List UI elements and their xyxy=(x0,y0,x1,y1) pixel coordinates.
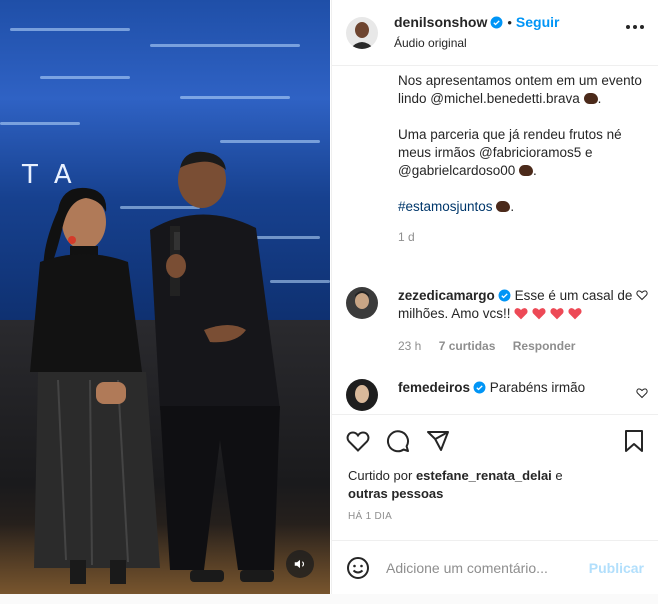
comments-area: Nos apresentamos ontem em um evento lind… xyxy=(332,67,658,414)
comment-time: 23 h xyxy=(398,339,422,353)
separator-dot: • xyxy=(507,15,512,30)
reply-button[interactable]: Responder xyxy=(513,339,576,353)
more-options-button[interactable] xyxy=(626,25,644,31)
comment-composer: Publicar xyxy=(332,540,658,594)
emoji-icon xyxy=(583,93,598,104)
liked-by-text: Curtido por estefane_renata_delai e outr… xyxy=(348,468,563,501)
post-caption: Nos apresentamos ontem em um evento lind… xyxy=(398,73,642,214)
post-date[interactable]: HÁ 1 DIA xyxy=(332,503,658,522)
verified-icon xyxy=(473,381,486,394)
comment-likes[interactable]: 7 curtidas xyxy=(439,339,496,353)
comment-red-hearts xyxy=(514,306,586,321)
comment-avatar[interactable] xyxy=(346,287,378,319)
post-header: denilsonshow • Seguir Áudio original xyxy=(332,0,658,66)
liked-by-user[interactable]: estefane_renata_delai xyxy=(416,468,552,483)
sound-toggle-button[interactable] xyxy=(286,550,314,578)
comment-button[interactable] xyxy=(386,429,410,453)
verified-icon xyxy=(498,289,511,302)
comment-item: femedeiros Parabéns irmão xyxy=(346,379,658,411)
like-button[interactable] xyxy=(346,429,370,453)
author-avatar[interactable] xyxy=(346,16,378,49)
caption-line-1: Nos apresentamos ontem em um evento lind… xyxy=(398,73,642,106)
share-icon xyxy=(427,431,449,451)
sound-icon xyxy=(294,559,305,569)
comment-avatar[interactable] xyxy=(346,379,378,411)
page-bottom xyxy=(0,594,658,604)
event-photo: TA xyxy=(0,0,330,594)
author-username[interactable]: denilsonshow xyxy=(394,14,487,30)
caption-line-2: Uma parceria que já rendeu frutos né meu… xyxy=(398,127,622,178)
publish-button[interactable]: Publicar xyxy=(589,560,644,576)
audio-label[interactable]: Áudio original xyxy=(394,34,559,52)
heart-icon xyxy=(346,431,370,452)
emoji-icon xyxy=(496,201,511,212)
comment-username[interactable]: zezedicamargo xyxy=(398,288,495,303)
comment-icon xyxy=(387,430,409,453)
post-media[interactable]: TA xyxy=(0,0,330,594)
share-button[interactable] xyxy=(426,429,450,453)
emoji-icon[interactable] xyxy=(346,556,370,580)
post-details-panel: denilsonshow • Seguir Áudio original Nos a… xyxy=(331,0,658,594)
comment-input[interactable] xyxy=(386,559,589,576)
people-illustration xyxy=(30,151,280,584)
post-actions: Curtido por estefane_renata_delai e outr… xyxy=(332,414,658,522)
bookmark-icon xyxy=(625,430,643,452)
caption-time: 1 d xyxy=(398,230,415,244)
emoji-icon xyxy=(519,165,534,176)
save-button[interactable] xyxy=(624,429,644,456)
more-icon xyxy=(626,25,630,29)
verified-icon xyxy=(490,16,503,29)
comment-text: Parabéns irmão xyxy=(489,380,586,395)
like-comment-heart-icon[interactable] xyxy=(636,289,648,301)
comment-username[interactable]: femedeiros xyxy=(398,380,470,395)
like-comment-heart-icon[interactable] xyxy=(636,387,648,399)
caption-hashtag[interactable]: #estamosjuntos xyxy=(398,199,493,214)
liked-by-others[interactable]: outras pessoas xyxy=(348,486,443,501)
follow-button[interactable]: Seguir xyxy=(516,14,560,30)
comment-item: zezedicamargo Esse é um casal de milhões… xyxy=(346,287,658,353)
